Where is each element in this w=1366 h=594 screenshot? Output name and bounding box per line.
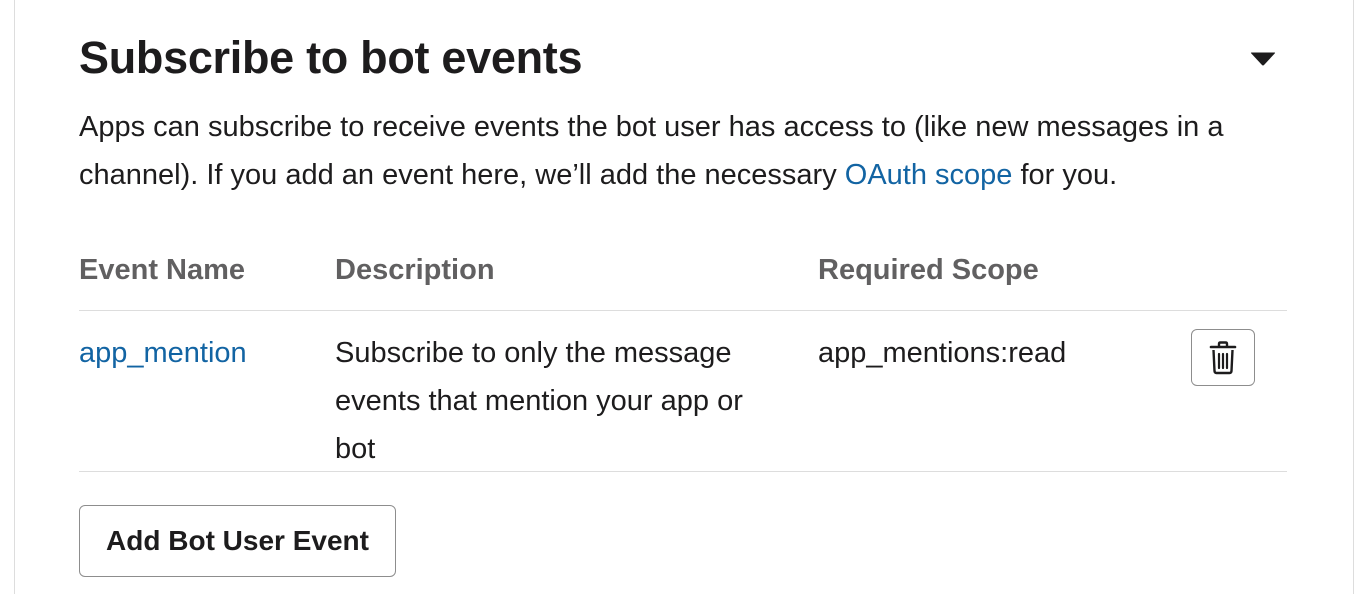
caret-down-icon [1250, 52, 1276, 66]
section-description: Apps can subscribe to receive events the… [79, 103, 1299, 199]
event-subscriptions-page: Subscribe to bot events Apps can subscri… [0, 0, 1366, 594]
event-description: Subscribe to only the message events tha… [335, 337, 743, 465]
event-required-scope: app_mentions:read [818, 337, 1067, 369]
table-row-divider [79, 471, 1287, 472]
description-text-end: for you. [1012, 159, 1118, 191]
column-header-event-name: Event Name [79, 254, 246, 286]
collapse-toggle[interactable] [1246, 44, 1280, 74]
column-header-description: Description [335, 254, 495, 286]
trash-icon [1209, 340, 1237, 374]
event-name-link[interactable]: app_mention [79, 329, 247, 377]
remove-event-button[interactable] [1191, 329, 1255, 386]
section-title: Subscribe to bot events [79, 32, 583, 83]
add-bot-user-event-button[interactable]: Add Bot User Event [79, 505, 396, 577]
oauth-scope-link[interactable]: OAuth scope [845, 159, 1013, 191]
column-header-required-scope: Required Scope [818, 254, 1039, 286]
table-header-divider [79, 310, 1287, 311]
